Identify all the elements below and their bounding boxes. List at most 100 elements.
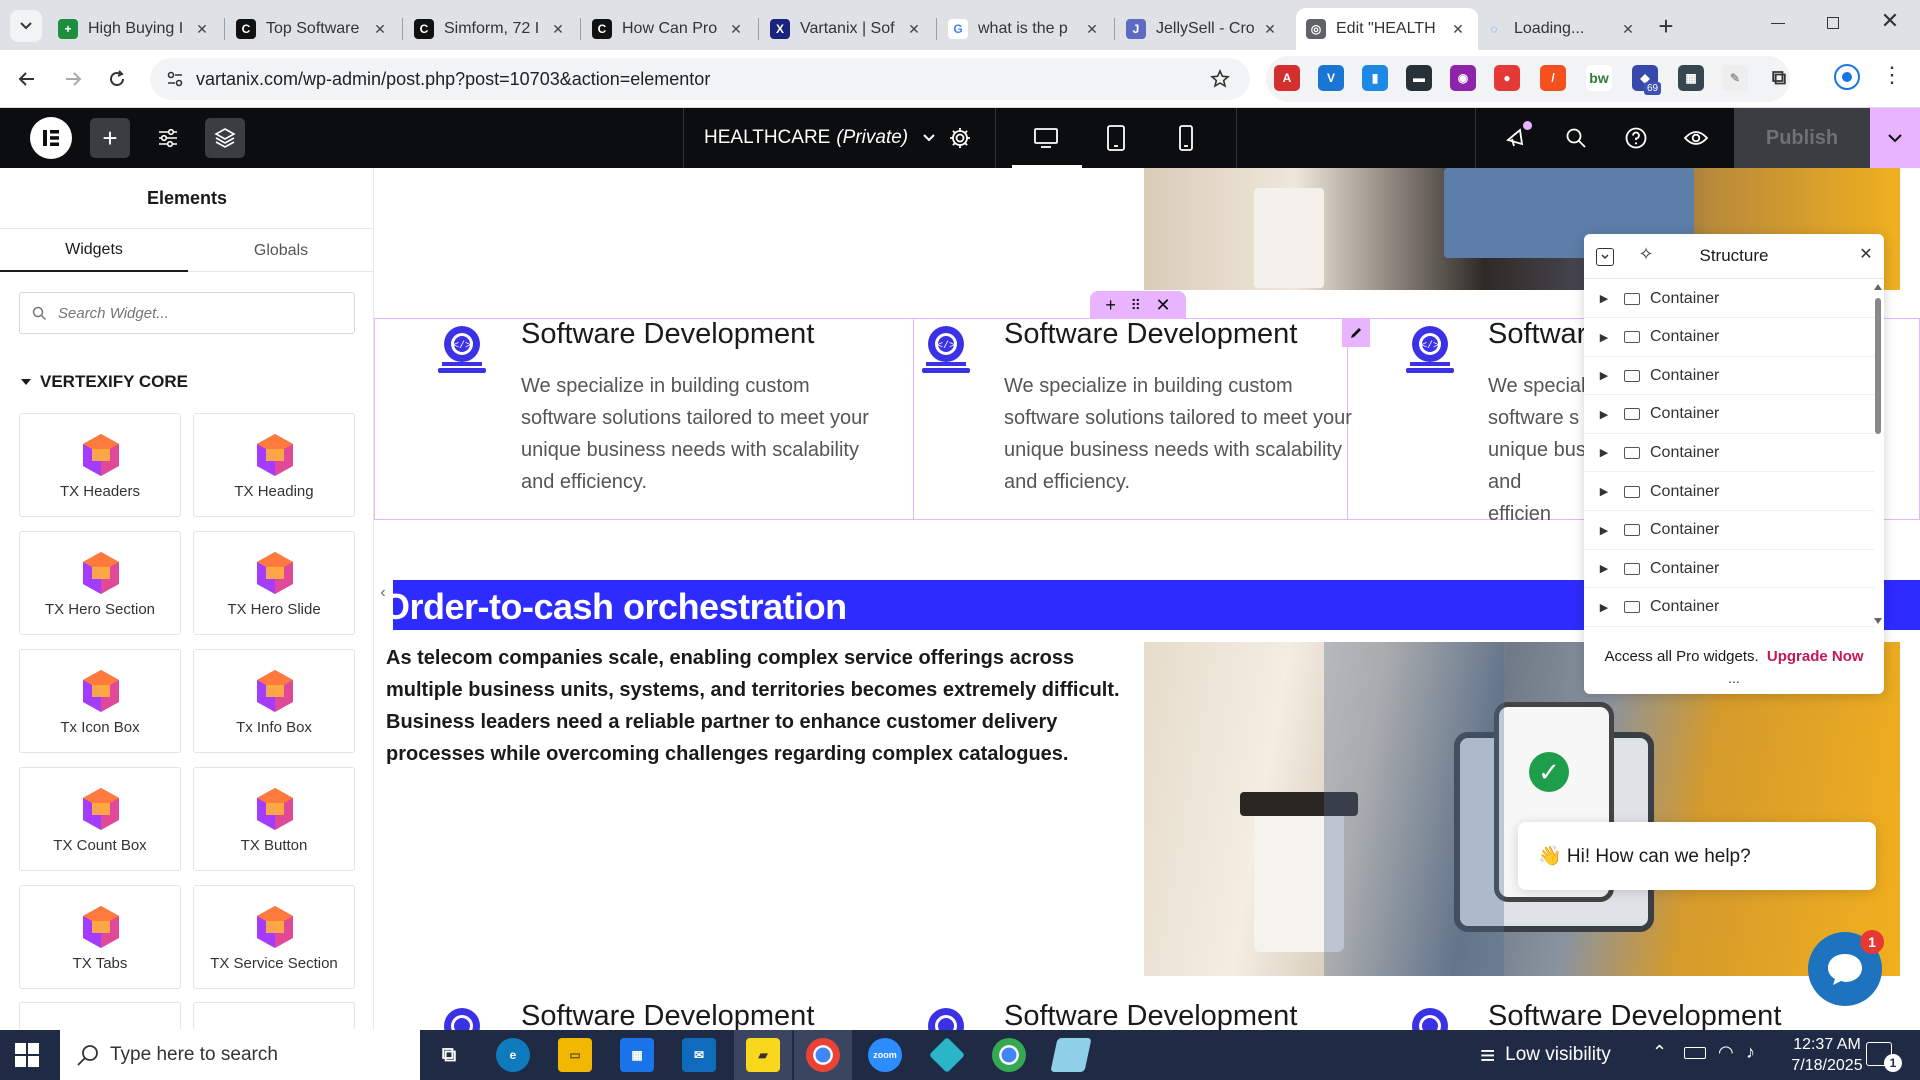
tab-close-icon[interactable]: ✕	[192, 21, 212, 38]
browser-tab[interactable]: C Top Software ✕	[226, 8, 400, 50]
app-note-icon[interactable]	[1050, 1038, 1092, 1072]
grid-extension-icon[interactable]: ▦	[1678, 65, 1704, 91]
browser-tab[interactable]: Gwhat is the p ✕	[938, 8, 1112, 50]
widget-card[interactable]: TX Button	[193, 767, 355, 871]
structure-item[interactable]: ▶ Container	[1584, 589, 1874, 627]
widget-card[interactable]: TX Heading	[193, 413, 355, 517]
orange-extension-icon[interactable]: /	[1540, 65, 1566, 91]
caret-right-icon[interactable]: ▶	[1584, 292, 1624, 305]
structure-item[interactable]: ▶ Container	[1584, 434, 1874, 473]
widget-card[interactable]: TX Service Section	[193, 885, 355, 989]
widget-card-partial[interactable]	[19, 1002, 181, 1030]
browser-tab[interactable]: ◎ Edit "HEALTH ✕	[1296, 8, 1478, 50]
menu-kebab-icon[interactable]: ⋮	[1880, 62, 1904, 92]
publish-options-button[interactable]	[1870, 108, 1920, 168]
caret-right-icon[interactable]: ▶	[1584, 446, 1624, 459]
tab-close-icon[interactable]: ✕	[1448, 21, 1468, 38]
page-title-dropdown[interactable]: HEALTHCARE (Private)	[704, 108, 936, 168]
doc-extension-icon[interactable]: ▮	[1362, 65, 1388, 91]
page-settings-button[interactable]	[940, 118, 980, 158]
help-button[interactable]	[1616, 118, 1656, 158]
chrome-icon[interactable]	[806, 1038, 840, 1072]
minimize-button[interactable]	[1760, 8, 1796, 38]
caret-right-icon[interactable]: ▶	[1584, 369, 1624, 382]
puzzle-extensions-icon[interactable]: ⧉	[1766, 65, 1792, 91]
app-diamond-icon[interactable]	[928, 1036, 966, 1074]
tab-close-icon[interactable]: ✕	[370, 21, 390, 38]
structure-item[interactable]: ▶ Container	[1584, 550, 1874, 589]
whats-new-button[interactable]	[1496, 118, 1536, 158]
caret-right-icon[interactable]: ▶	[1584, 524, 1624, 537]
zoom-icon[interactable]: zoom	[868, 1038, 902, 1072]
widget-card[interactable]: TX Headers	[19, 413, 181, 517]
browser-tab[interactable]: + High Buying I ✕	[48, 8, 222, 50]
site-info-icon[interactable]	[166, 70, 184, 88]
widget-card[interactable]: Tx Info Box	[193, 649, 355, 753]
pokeball-extension-icon[interactable]: ●	[1494, 65, 1520, 91]
forward-button[interactable]	[58, 64, 88, 94]
tab-close-icon[interactable]: ✕	[1082, 21, 1102, 38]
publish-button[interactable]: Publish	[1734, 108, 1870, 168]
caret-right-icon[interactable]: ▶	[1584, 562, 1624, 575]
url-text[interactable]: vartanix.com/wp-admin/post.php?post=1070…	[196, 69, 710, 90]
widget-search-field[interactable]	[19, 292, 355, 334]
container-handle[interactable]: + ⠿ ✕	[1090, 291, 1186, 319]
tab-close-icon[interactable]: ✕	[548, 21, 568, 38]
elementor-logo-button[interactable]	[30, 117, 72, 159]
reload-button[interactable]	[102, 64, 132, 94]
resize-handle[interactable]: ...	[1584, 670, 1884, 686]
browser-tab[interactable]: X Vartanix | Sof ✕	[760, 8, 934, 50]
browser-tab[interactable]: C How Can Pro ✕	[582, 8, 756, 50]
tab-close-icon[interactable]: ✕	[1618, 21, 1638, 38]
preview-button[interactable]	[1676, 118, 1716, 158]
tab-close-icon[interactable]: ✕	[904, 21, 924, 38]
structure-item[interactable]: ▶ Container	[1584, 319, 1874, 357]
upgrade-now-link[interactable]: Upgrade Now	[1767, 648, 1864, 665]
start-button[interactable]	[14, 1042, 40, 1068]
taskbar-search-box[interactable]: Type here to search	[60, 1030, 420, 1080]
add-container-icon[interactable]: +	[1105, 295, 1116, 316]
bookmark-star-icon[interactable]	[1210, 69, 1230, 89]
chat-greeting-bubble[interactable]: 👋 Hi! How can we help?	[1518, 822, 1876, 890]
task-view-icon[interactable]: ⧉	[432, 1038, 466, 1072]
site-settings-button[interactable]	[148, 118, 188, 158]
close-structure-button[interactable]: ✕	[1856, 244, 1876, 264]
show-hidden-icons[interactable]: ⌃	[1652, 1042, 1667, 1063]
bw-extension-icon[interactable]: bw	[1586, 65, 1612, 91]
widget-card[interactable]: Tx Icon Box	[19, 649, 181, 753]
volume-icon[interactable]: ♪	[1746, 1042, 1755, 1063]
browser-tab[interactable]: C Simform, 72 I ✕	[404, 8, 578, 50]
battery-icon[interactable]	[1684, 1047, 1706, 1059]
caret-right-icon[interactable]: ▶	[1584, 485, 1624, 498]
folder-extension-icon[interactable]: ▬	[1406, 65, 1432, 91]
edge-icon[interactable]: e	[496, 1038, 530, 1072]
edit-widget-button[interactable]	[1342, 319, 1370, 347]
pdf-extension-icon[interactable]: A	[1274, 65, 1300, 91]
structure-item[interactable]: ▶ Container	[1584, 280, 1874, 318]
shield-extension-icon[interactable]: V	[1318, 65, 1344, 91]
clock[interactable]: 12:37 AM 7/18/2025	[1782, 1034, 1872, 1076]
structure-item[interactable]: ▶ Container	[1584, 396, 1874, 434]
tab-search-button[interactable]	[10, 10, 42, 42]
tab-close-icon[interactable]: ✕	[726, 21, 746, 38]
structure-item[interactable]: ▶ Container	[1584, 512, 1874, 550]
structure-item[interactable]: ▶ Container	[1584, 473, 1874, 511]
structure-button[interactable]	[205, 118, 245, 158]
chrome-profile-icon[interactable]	[992, 1038, 1026, 1072]
file-explorer-icon[interactable]: ▭	[558, 1038, 592, 1072]
drag-handle-icon[interactable]: ⠿	[1131, 297, 1141, 314]
sticky-notes-icon[interactable]: ▰	[746, 1038, 780, 1072]
chat-launcher-button[interactable]: 1	[1808, 930, 1884, 1006]
collapse-panel-handle[interactable]: ‹	[374, 580, 392, 606]
address-bar[interactable]: vartanix.com/wp-admin/post.php?post=1070…	[150, 58, 1250, 100]
category-toggle[interactable]: VERTEXIFY CORE	[20, 372, 188, 392]
new-tab-button[interactable]: +	[1650, 10, 1682, 42]
structure-scrollbar[interactable]	[1874, 284, 1882, 624]
weather-widget[interactable]: ≡ Low visibility	[1480, 1030, 1611, 1080]
delete-container-icon[interactable]: ✕	[1156, 295, 1171, 316]
widget-search-input[interactable]	[58, 304, 338, 322]
restore-button[interactable]	[1815, 8, 1851, 38]
color-extension-icon[interactable]: ◉	[1450, 65, 1476, 91]
device-tablet-button[interactable]	[1096, 118, 1136, 158]
widget-card[interactable]: TX Count Box	[19, 767, 181, 871]
